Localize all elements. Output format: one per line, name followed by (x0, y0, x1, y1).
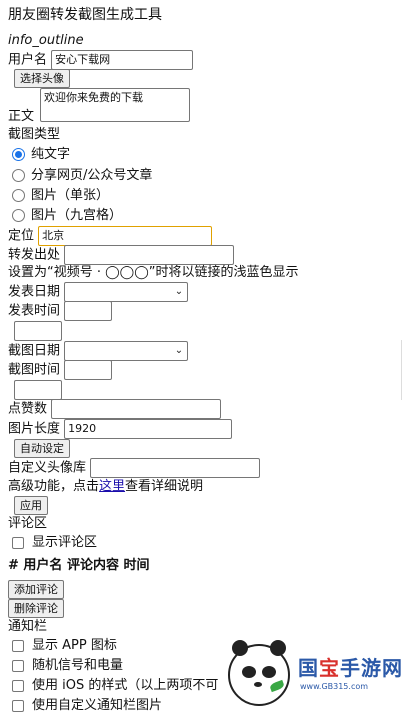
image-length-label: 图片长度 (8, 421, 61, 437)
radio-icon[interactable] (12, 189, 25, 202)
location-row: 定位 北京 (8, 226, 213, 246)
custom-avatar-label: 自定义头像库 (8, 460, 87, 476)
publish-time-label: 发表时间 (8, 303, 61, 319)
apply-button[interactable]: 应用 (14, 496, 48, 515)
notif-option-label: 使用自定义通知栏图片 (32, 698, 163, 713)
checkbox-icon[interactable] (12, 679, 24, 692)
notif-option-label: 显示 APP 图标 (32, 638, 117, 653)
content-label: 正文 (8, 109, 35, 124)
screenshot-date-label: 截图日期 (8, 343, 61, 359)
publish-time-row: 发表时间 (8, 301, 113, 321)
delete-comment-button[interactable]: 删除评论 (8, 599, 64, 618)
show-comments-option[interactable]: 显示评论区 (12, 534, 97, 552)
choose-avatar-button[interactable]: 选择头像 (14, 69, 70, 88)
username-input[interactable]: 安心下载网 (51, 50, 194, 70)
notif-option-app-icon[interactable]: 显示 APP 图标 (12, 637, 117, 655)
publish-date-label: 发表日期 (8, 284, 61, 300)
checkbox-icon[interactable] (12, 639, 24, 652)
screenshot-time-hour-input[interactable] (64, 360, 113, 380)
type-option-label: 图片（单张） (31, 188, 110, 203)
publish-time-hour-input[interactable] (64, 301, 113, 321)
notif-option-label: 使用 iOS 的样式（以上两项不可 (32, 678, 219, 693)
type-option-label: 纯文字 (31, 147, 71, 162)
notification-bar-label: 通知栏 (8, 619, 48, 634)
type-option-webpage[interactable]: 分享网页/公众号文章 (12, 167, 152, 185)
advanced-help-link[interactable]: 这里 (99, 479, 125, 494)
notif-option-custom-image[interactable]: 使用自定义通知栏图片 (12, 697, 162, 715)
notif-option-random-signal[interactable]: 随机信号和电量 (12, 657, 123, 675)
username-label: 用户名 (8, 52, 48, 68)
notif-option-ios-style[interactable]: 使用 iOS 的样式（以上两项不可 (12, 677, 218, 695)
add-comment-button[interactable]: 添加评论 (8, 580, 64, 599)
forward-source-label: 转发出处 (8, 247, 61, 263)
likes-input[interactable] (51, 399, 222, 419)
forward-source-row: 转发出处 (8, 245, 235, 265)
username-row: 用户名 安心下载网 (8, 50, 194, 70)
type-option-label: 分享网页/公众号文章 (31, 168, 153, 183)
screenshot-date-select[interactable]: ⌄ (64, 341, 189, 361)
checkbox-icon[interactable] (12, 659, 24, 672)
apply-row: 应用 (14, 496, 48, 515)
screenshot-time-label: 截图时间 (8, 362, 61, 378)
content-textarea[interactable]: 欢迎你来免费的下载 (40, 88, 190, 122)
video-note: 设置为“视频号 · ◯◯◯”时将以链接的浅蓝色显示 (8, 265, 299, 280)
watermark-logo: 国宝手游网 www.GB315.com (220, 640, 405, 712)
screenshot-time-row: 截图时间 (8, 360, 113, 380)
watermark-url: www.GB315.com (300, 682, 369, 691)
advanced-prefix: 高级功能，点击 (8, 479, 100, 494)
advanced-suffix: 查看详细说明 (125, 479, 204, 494)
location-input[interactable]: 北京 (38, 226, 213, 246)
radio-icon[interactable] (12, 169, 25, 182)
custom-avatar-input[interactable] (90, 458, 261, 478)
publish-time-extra-row (14, 321, 62, 341)
info-outline-icon: info_outline (8, 33, 84, 48)
scroll-edge-divider (401, 340, 405, 400)
type-option-nine-grid[interactable]: 图片（九宫格） (12, 207, 122, 225)
publish-date-row: 发表日期 ⌄ (8, 282, 189, 302)
chevron-down-icon: ⌄ (174, 286, 184, 297)
auto-set-button[interactable]: 自动设定 (14, 439, 70, 458)
radio-selected-icon[interactable] (12, 148, 25, 161)
likes-label: 点赞数 (8, 401, 48, 417)
screenshot-date-row: 截图日期 ⌄ (8, 341, 189, 361)
publish-date-select[interactable]: ⌄ (64, 282, 189, 302)
delete-comment-row: 删除评论 (8, 599, 64, 618)
forward-source-input[interactable] (64, 245, 235, 265)
chevron-down-icon: ⌄ (174, 345, 184, 356)
comments-label: 评论区 (8, 516, 48, 531)
radio-icon[interactable] (12, 209, 25, 222)
checkbox-icon[interactable] (12, 536, 24, 549)
page-title: 朋友圈转发截图生成工具 (8, 7, 162, 23)
screenshot-time-minute-input[interactable] (14, 380, 62, 400)
custom-avatar-row: 自定义头像库 (8, 458, 261, 478)
type-option-text[interactable]: 纯文字 (12, 146, 70, 164)
show-comments-label: 显示评论区 (32, 535, 98, 550)
form-page: 朋友圈转发截图生成工具 info_outline 用户名 安心下载网 选择头像 … (0, 0, 405, 715)
avatar-row: 选择头像 (14, 69, 70, 88)
advanced-row: 高级功能，点击这里查看详细说明 (8, 478, 203, 496)
notif-option-label: 随机信号和电量 (32, 658, 124, 673)
location-label: 定位 (8, 228, 35, 244)
publish-time-minute-input[interactable] (14, 321, 62, 341)
image-length-row: 图片长度 1920 (8, 419, 233, 439)
panda-icon (228, 640, 290, 706)
screenshot-time-extra-row (14, 380, 62, 400)
image-length-input[interactable]: 1920 (64, 419, 233, 439)
screenshot-type-label: 截图类型 (8, 127, 61, 142)
checkbox-icon[interactable] (12, 699, 24, 712)
comments-table-header: # 用户名 评论内容 时间 (8, 558, 150, 573)
likes-row: 点赞数 (8, 399, 222, 419)
add-comment-row: 添加评论 (8, 580, 64, 599)
watermark-brand: 国宝手游网 (298, 656, 403, 680)
auto-set-row: 自动设定 (14, 439, 70, 458)
type-option-single-image[interactable]: 图片（单张） (12, 187, 109, 205)
type-option-label: 图片（九宫格） (31, 208, 123, 223)
